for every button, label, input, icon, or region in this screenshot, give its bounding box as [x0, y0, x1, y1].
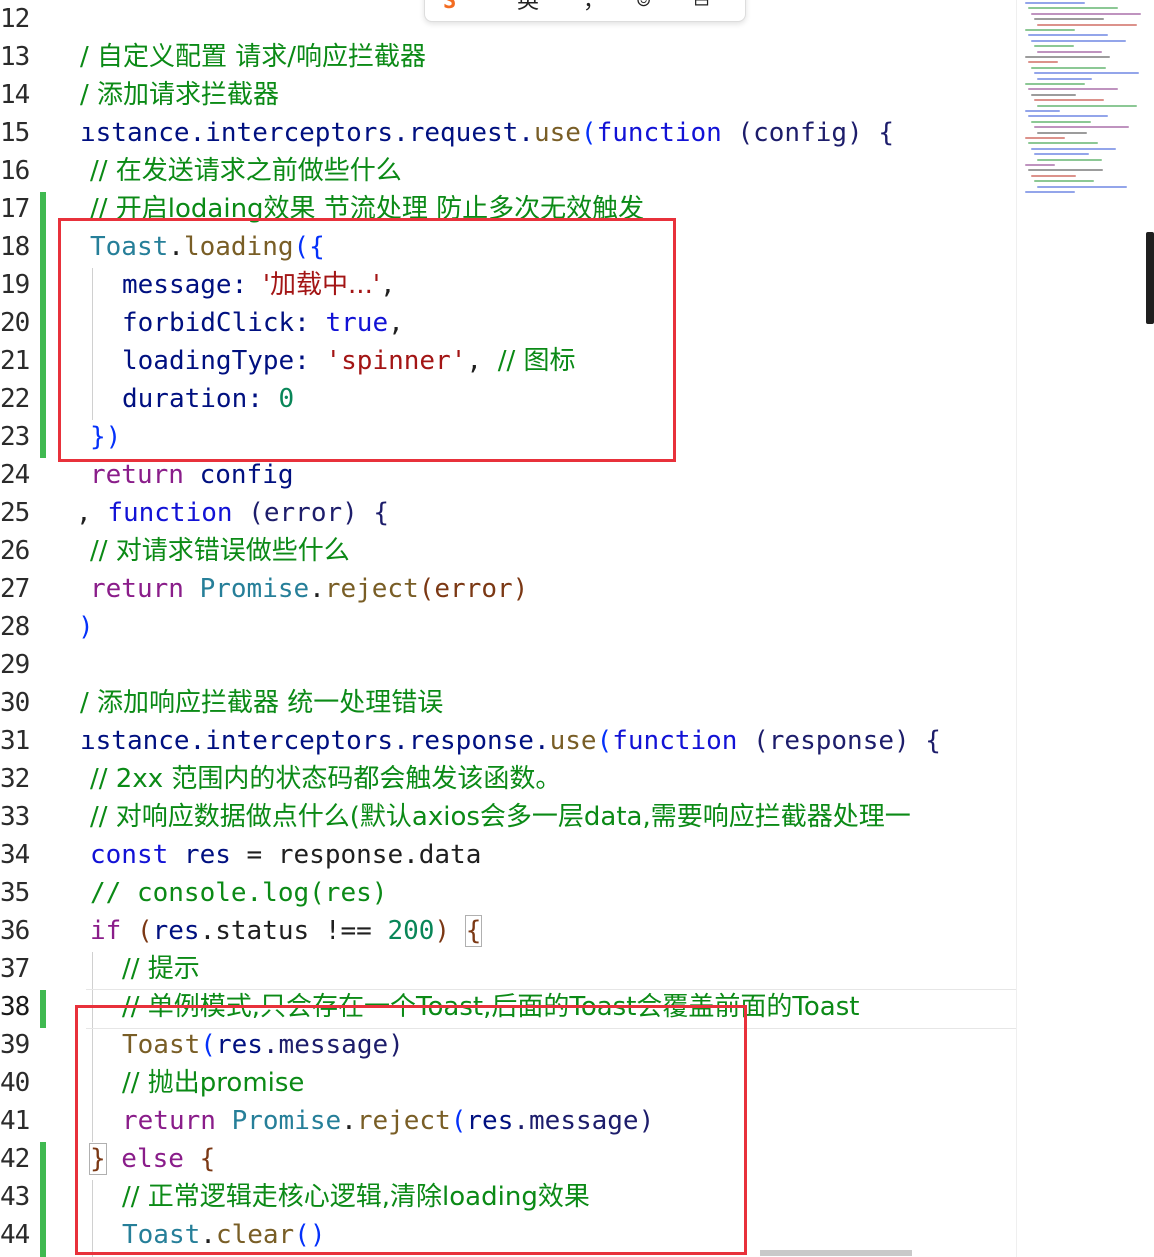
- minimap-line: [1028, 34, 1108, 37]
- code-line-30: / 添加响应拦截器 统一处理错误: [80, 688, 444, 718]
- minimap-line: [1025, 2, 1085, 4]
- minimap-line: [1034, 153, 1089, 156]
- minimap-line: [1025, 137, 1065, 139]
- code-line-32: // 2xx 范围内的状态码都会触发该函数。: [90, 764, 562, 794]
- minimap-line: [1037, 185, 1127, 188]
- minimap-line: [1025, 191, 1075, 193]
- minimap-line: [1037, 50, 1102, 53]
- code-line-16: // 在发送请求之前做些什么: [90, 156, 402, 186]
- code-line-14: / 添加请求拦截器: [80, 80, 280, 110]
- minimap-line: [1025, 164, 1055, 166]
- code-line-36: if (res.status !== 200) {: [90, 915, 483, 947]
- minimap-line: [1034, 45, 1074, 48]
- minimap-line: [1037, 77, 1092, 80]
- minimap-line: [1028, 7, 1118, 10]
- ime-keyboard-icon[interactable]: ▭: [695, 0, 708, 17]
- code-line-31: ıstance.interceptors.response.use(functi…: [80, 726, 941, 756]
- minimap-line: [1028, 88, 1118, 91]
- minimap-line: [1025, 110, 1060, 112]
- code-line-26: // 对请求错误做些什么: [90, 536, 350, 566]
- minimap-line: [1031, 66, 1106, 69]
- ime-emoji-icon[interactable]: ☺: [637, 0, 650, 17]
- ime-punctuation-toggle[interactable]: ，: [583, 0, 605, 17]
- code-line-25: , function (error) {: [76, 498, 390, 528]
- minimap-line: [1034, 18, 1104, 21]
- minimap-line: [1031, 174, 1076, 177]
- sogou-s-icon[interactable]: S: [443, 0, 456, 17]
- minimap-line: [1031, 93, 1076, 96]
- minimap-line: [1034, 126, 1129, 129]
- minimap-line: [1028, 142, 1098, 145]
- horizontal-scrollbar[interactable]: [760, 1250, 912, 1256]
- minimap-line: [1037, 131, 1087, 134]
- minimap-line: [1028, 169, 1103, 172]
- annotation-box-loading: [58, 218, 676, 462]
- minimap-line: [1037, 158, 1102, 161]
- code-line-37: // 提示: [122, 954, 200, 984]
- minimap-line: [1025, 29, 1075, 31]
- minimap-line: [1034, 72, 1139, 75]
- code-line-15: ıstance.interceptors.request.use(functio…: [80, 118, 894, 148]
- minimap-line: [1031, 147, 1116, 150]
- minimap-line: [1028, 61, 1058, 64]
- vertical-scrollbar-thumb[interactable]: [1146, 232, 1154, 324]
- minimap-line: [1037, 104, 1137, 107]
- minimap-line: [1031, 12, 1141, 15]
- ime-language-toggle[interactable]: 英: [517, 0, 539, 17]
- minimap-line: [1031, 39, 1126, 42]
- code-line-28: ): [78, 612, 94, 642]
- code-line-34: const res = response.data: [90, 840, 482, 870]
- minimap-line: [1025, 83, 1085, 85]
- code-line-33: // 对响应数据做点什么(默认axios会多一层data,需要响应拦截器处理一: [90, 802, 911, 832]
- code-line-35: // console.log(res): [90, 878, 388, 908]
- minimap-line: [1034, 180, 1094, 183]
- minimap-line: [1028, 115, 1108, 118]
- minimap[interactable]: [1016, 0, 1147, 1257]
- code-line-13: / 自定义配置 请求/响应拦截器: [80, 42, 427, 72]
- ime-toolbar[interactable]: S 英 ， ☺ ▭: [424, 0, 746, 22]
- code-line-27: return Promise.reject(error): [90, 574, 529, 604]
- annotation-box-error-handling: [75, 1005, 747, 1255]
- minimap-line: [1031, 120, 1091, 123]
- minimap-line: [1025, 56, 1110, 58]
- minimap-line: [1037, 23, 1137, 26]
- code-editor[interactable]: 12 13 14 15 16 17 18 19 20 21 22 23 24 25 26 27 28 29 30 31…: [0, 0, 1016, 1257]
- minimap-line: [1034, 99, 1104, 102]
